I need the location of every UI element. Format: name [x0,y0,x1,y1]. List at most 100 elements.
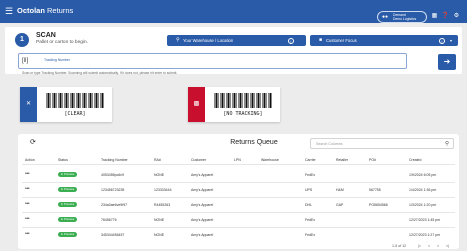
warehouse-location-select[interactable]: ⚲ Your Warehouse / Location i [167,35,306,46]
step-number: 1 [15,33,29,47]
org-icon: ●● [382,14,389,20]
column-header-carrier[interactable]: Carrier [305,158,316,162]
column-header-customer[interactable]: Customer [191,158,206,162]
settings-icon[interactable]: ⚙ [452,12,461,21]
warehouse-location-label: Your Warehouse / Location [183,38,234,43]
hamburger-menu-icon[interactable]: ☰ [5,5,13,17]
row-actions-icon[interactable]: ••• [25,232,30,237]
created-cell: 1/4/2024 1:36 pm [409,188,437,192]
table-row[interactable]: ••• In Process 76456776 NONE Amy's Appar… [20,213,458,227]
created-cell: 12/27/2023 1:27 pm [409,233,441,237]
carrier-cell: DHL [305,203,313,207]
carrier-cell: FedEx [305,233,316,237]
search-icon: ⚲ [445,141,450,147]
close-icon: ✕ [20,87,37,122]
status-badge: In Process [58,187,77,192]
table-row[interactable]: ••• In Process 234a3ae6ve9f97 R4455263 A… [20,198,458,212]
chevron-down-icon: ▾ [450,38,453,43]
clear-barcode-card[interactable]: ✕ [CLEAR] [20,87,112,122]
tracking-number-cell: 123456723235 [101,188,125,192]
customer-cell: Amy's Apparel [191,233,214,237]
last-page-icon[interactable]: >| [446,244,449,248]
column-header-action[interactable]: Action [25,158,35,162]
no-tracking-barcode [214,93,272,108]
scan-title: SCAN [36,32,56,39]
no-tracking-code-label: [NO TRACKING] [223,111,263,117]
row-actions-icon[interactable]: ••• [25,172,30,177]
status-badge: In Process [58,202,77,207]
retailer-cell: H&M [336,188,344,192]
no-tracking-icon: ▩ [188,87,205,122]
info-icon[interactable]: i [439,38,445,44]
search-columns-input[interactable]: Search Columns ⚲ [310,138,454,149]
column-header-po[interactable]: PO# [369,158,376,162]
po-cell: PO5654566 [369,203,388,207]
column-header-created[interactable]: Created [409,158,421,162]
carrier-cell: FedEx [305,173,316,177]
location-pin-icon: ⚲ [176,37,180,43]
help-icon[interactable]: ❓ [441,12,450,21]
queue-title: Returns Queue [230,139,278,146]
pagination-range: 1-5 of 12 [392,244,407,248]
table-row[interactable]: ••• In Process 4053455pc6v9 NONE Amy's A… [20,168,458,182]
table-row[interactable]: ••• In Process 345344456457 NONE Amy's A… [20,228,458,242]
status-badge: In Process [58,217,77,222]
po-cell: 567755 [369,188,381,192]
created-cell: 1/9/2024 6:05 pm [409,173,437,177]
ra-cell: NONE [154,233,165,237]
clear-barcode [46,93,104,108]
created-cell: 12/27/2023 1:45 pm [409,218,441,222]
column-header-warehouse[interactable]: Warehouse [261,158,279,162]
column-header-lpn[interactable]: LPN [234,158,241,162]
ra-cell: R4455263 [154,203,171,207]
row-actions-icon[interactable]: ••• [25,187,30,192]
customer-cell: Amy's Apparel [191,203,214,207]
column-header-status[interactable]: Status [58,158,68,162]
customer-icon: ■ [319,37,323,43]
column-header-tracking-number[interactable]: Tracking Number [101,158,128,162]
grid-icon[interactable]: ▦ [430,12,439,21]
org-line2: Demo Logistics [393,17,417,21]
tracking-number-cell: 345344456457 [101,233,125,237]
tracking-number-cell: 76456776 [101,218,117,222]
scan-help-text: Scan or type Tracking Number. Scanning w… [22,71,178,75]
ra-cell: NONE [154,218,165,222]
table-row[interactable]: ••• In Process 123456723235 123333444 Am… [20,183,458,197]
status-badge: In Process [58,172,77,177]
previous-page-icon[interactable]: < [428,244,430,248]
column-header-retailer[interactable]: Retailer [336,158,348,162]
retailer-cell: GAP [336,203,344,207]
ra-cell: 123333444 [154,188,172,192]
tracking-number-cell: 4053455pc6v9 [101,173,124,177]
brand-name: Octolan [17,6,45,15]
customer-cell: Amy's Apparel [191,218,214,222]
submit-arrow-icon: ➜ [443,57,451,66]
header-divider [22,164,455,165]
tracking-number-placeholder: Tracking Number [44,58,70,62]
scan-subtitle: Pallet or carton to begin. [36,40,88,45]
carrier-cell: FedEx [305,218,316,222]
customer-cell: Amy's Apparel [191,173,214,177]
customer-focus-select[interactable]: ■ Customer Focus i ▾ [310,35,458,46]
app-header: ☰ Octolan Returns ●● Demand Demo Logisti… [0,0,467,23]
ra-cell: NONE [154,173,165,177]
barcode-scan-icon: [‖] [22,57,29,64]
created-cell: 1/3/2024 1:20 pm [409,203,437,207]
search-placeholder: Search Columns [316,142,343,146]
next-page-icon[interactable]: > [437,244,439,248]
customer-focus-label: Customer Focus [326,38,357,43]
submit-scan-button[interactable]: ➜ [438,54,456,70]
refresh-icon[interactable]: ⟳ [30,138,36,147]
no-tracking-barcode-card[interactable]: ▩ [NO TRACKING] [188,87,280,122]
tracking-number-input[interactable]: [‖] Tracking Number [18,53,407,69]
row-actions-icon[interactable]: ••• [25,217,30,222]
info-icon[interactable]: i [288,38,294,44]
carrier-cell: UPS [305,188,313,192]
first-page-icon[interactable]: |< [418,244,421,248]
organization-selector[interactable]: ●● Demand Demo Logistics [377,11,427,23]
clear-code-label: [CLEAR] [64,111,86,117]
row-actions-icon[interactable]: ••• [25,202,30,207]
status-badge: In Process [58,232,77,237]
column-header-ra[interactable]: RA# [154,158,161,162]
product-name: Returns [47,6,74,15]
